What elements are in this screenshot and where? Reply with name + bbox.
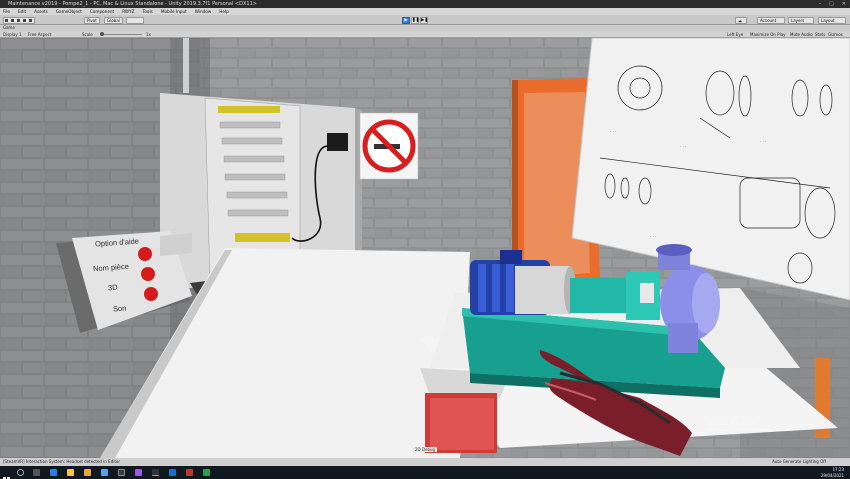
cloud-icon: ☁ [738,17,742,23]
game-tab-label: Game [3,25,15,30]
menu-component[interactable]: Component [90,8,114,15]
transform-tools[interactable] [3,16,35,24]
scale-slider[interactable] [100,32,142,36]
windows-activation-watermark: Activer Windows Accédez aux paramètres p… [708,420,793,432]
tray-date: 29/04/2021 [820,472,844,478]
edge-icon[interactable] [50,469,57,476]
svg-text:· · ·: · · · [760,139,766,144]
excel-icon[interactable] [203,469,210,476]
layers-dropdown[interactable]: Layers [788,16,814,24]
search-icon[interactable] [17,469,24,476]
panel-label-3d[interactable]: 3D [108,283,118,293]
grid-snap-button[interactable] [126,16,144,24]
pause-icon: ❚❚ [412,17,420,23]
panel-label-sound[interactable]: Son [113,304,127,314]
ceiling-pipe [183,38,189,93]
maximize-button[interactable]: □ [829,0,834,8]
menu-gameobject[interactable]: GameObject [56,8,82,15]
menu-mobile-input[interactable]: Mobile Input [161,8,187,15]
lighting-status: Auto Generate Lighting Off [772,459,826,464]
debug-label: 2D Debug [413,447,438,452]
game-view-toolbar: Display 1 Free Aspect Scale 1x Left Eye … [0,31,850,38]
menu-assets[interactable]: Assets [34,8,48,15]
visual-studio-icon[interactable] [135,469,142,476]
collab-button[interactable]: ☁ [735,16,747,24]
start-button[interactable] [3,469,10,479]
pivot-toggle[interactable]: Pivot [84,16,100,24]
stats-toggle[interactable]: Stats [815,31,825,38]
no-smoking-sign [359,112,419,180]
activation-subtitle: Accédez aux paramètres pour activer Wind… [708,427,793,432]
layout-dropdown[interactable]: Layout [818,16,846,24]
display-dropdown[interactable]: Display 1 [3,31,22,38]
menu-window[interactable]: Window [195,8,212,15]
game-viewport[interactable]: · · · · · · · · · · · · Option d'aide No… [0,38,850,458]
menu-rwyz[interactable]: RWYZ [122,8,134,15]
window-controls: – □ ✕ [819,0,846,8]
console-message[interactable]: [SteamVR] Interaction System: Headset de… [3,459,120,464]
svg-text:· · ·: · · · [650,234,656,239]
task-view-icon[interactable] [33,469,40,476]
system-tray[interactable]: 17:23 29/04/2021 [821,467,844,478]
chrome-icon[interactable] [84,469,91,476]
title-bar: Maintenance v2019 - Pompe2_1 - PC, Mac &… [0,0,850,8]
word-icon[interactable] [169,469,176,476]
transform-tool-icons [5,18,32,22]
play-button[interactable]: ▶ [402,16,410,24]
scale-label: Scale [82,32,93,37]
maximize-on-play-toggle[interactable]: Maximize On Play [750,31,786,38]
menu-edit[interactable]: Edit [18,8,26,15]
unity-editor-window: Maintenance v2019 - Pompe2_1 - PC, Mac &… [0,0,850,479]
activation-title: Activer Windows [708,420,757,427]
svg-text:· · ·: · · · [610,129,616,134]
gizmos-dropdown[interactable]: Gizmos [828,31,843,38]
mute-audio-toggle[interactable]: Mute Audio [790,31,813,38]
mail-icon[interactable] [101,469,108,476]
close-button[interactable]: ✕ [842,0,846,8]
toolbar: Pivot Global ▶ ❚❚ ▶❚ ☁ Account Layers La… [0,15,850,25]
unity-icon[interactable] [152,469,159,476]
windows-taskbar: 17:23 29/04/2021 [0,466,850,479]
eye-dropdown[interactable]: Left Eye [727,31,743,38]
menu-help[interactable]: Help [219,8,229,15]
menu-bar: File Edit Assets GameObject Component RW… [0,8,850,15]
menu-tools[interactable]: Tools [143,8,153,15]
scale-value: 1x [146,32,151,37]
file-explorer-icon[interactable] [67,469,74,476]
window-title: Maintenance v2019 - Pompe2_1 - PC, Mac &… [8,1,257,7]
status-bar: [SteamVR] Interaction System: Headset de… [0,458,850,466]
menu-file[interactable]: File [3,8,10,15]
minimize-button[interactable]: – [819,0,822,8]
acrobat-icon[interactable] [186,469,193,476]
svg-text:· · ·: · · · [680,144,686,149]
step-icon: ▶❚ [421,17,429,23]
aspect-dropdown[interactable]: Free Aspect [28,31,51,38]
steam-icon[interactable] [118,469,125,476]
global-toggle[interactable]: Global [104,16,123,24]
pause-button[interactable]: ❚❚ [411,16,420,24]
play-icon: ▶ [404,17,408,23]
step-button[interactable]: ▶❚ [420,16,429,24]
account-dropdown[interactable]: Account [757,16,785,24]
scene-render: · · · · · · · · · · · · [0,38,850,458]
